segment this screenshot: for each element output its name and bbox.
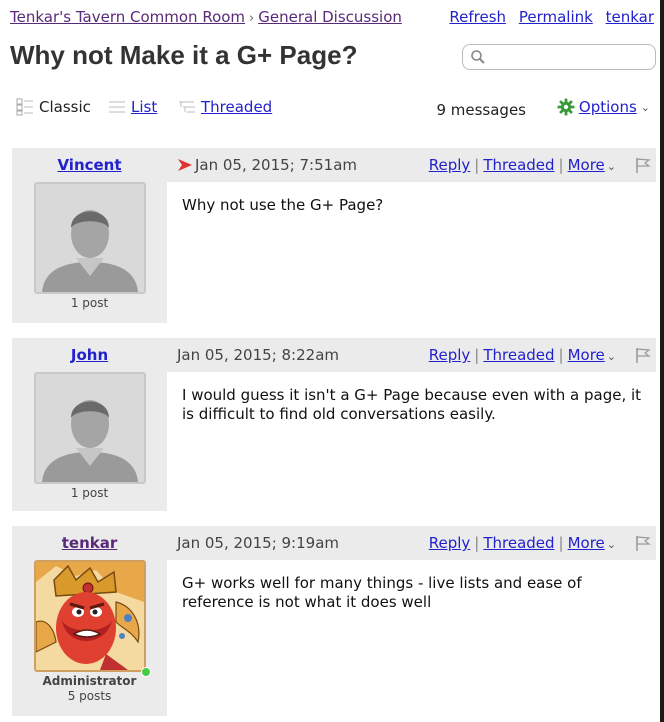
- avatar[interactable]: [34, 560, 146, 672]
- chevron-down-icon: ⌄: [640, 100, 650, 114]
- post-date: Jan 05, 2015; 8:22am: [177, 346, 339, 364]
- separator: |: [558, 346, 564, 364]
- threaded-view-icon: [179, 101, 195, 113]
- chevron-down-icon: ⌄: [606, 350, 616, 363]
- separator: |: [558, 156, 564, 174]
- post-body: Why not use the G+ Page?: [182, 196, 384, 214]
- top-bar: Tenkar's Tavern Common Room › General Disc…: [10, 8, 654, 30]
- view-classic-label: Classic: [39, 98, 91, 116]
- refresh-link[interactable]: Refresh: [449, 8, 506, 26]
- more-link[interactable]: More: [568, 534, 605, 552]
- separator: |: [474, 534, 480, 552]
- view-list[interactable]: List: [108, 98, 157, 116]
- post-1: Vincent 1 post Jan 05, 2015; 7:51am Repl…: [12, 148, 656, 323]
- view-classic[interactable]: Classic: [16, 98, 91, 116]
- top-links: Refresh Permalink tenkar: [441, 8, 654, 26]
- post-date-text: Jan 05, 2015; 8:22am: [177, 346, 339, 364]
- window-edge: [660, 0, 664, 722]
- post-count: 1 post: [70, 296, 109, 310]
- post-date-text: Jan 05, 2015; 7:51am: [195, 156, 357, 174]
- post-3: tenkar Administrator 5 posts Jan 05, 201…: [12, 526, 656, 716]
- author-name: tenkar: [12, 534, 167, 552]
- dwarf-avatar-icon: [36, 562, 144, 670]
- threaded-link[interactable]: Threaded: [483, 156, 554, 174]
- default-avatar-icon: [36, 374, 144, 482]
- post-body: I would guess it isn't a G+ Page because…: [182, 386, 642, 423]
- author-panel: John 1 post: [12, 338, 167, 511]
- new-post-arrow-icon: [178, 159, 192, 171]
- default-avatar-icon: [36, 184, 144, 292]
- chevron-down-icon: ⌄: [606, 538, 616, 551]
- author-link[interactable]: Vincent: [57, 156, 121, 174]
- more-link[interactable]: More: [568, 156, 605, 174]
- post-count: 1 post: [70, 486, 109, 500]
- author-link[interactable]: tenkar: [62, 534, 118, 552]
- post-header: Jan 05, 2015; 7:51am Reply | Threaded | More…: [167, 148, 656, 182]
- post-date: Jan 05, 2015; 9:19am: [177, 534, 339, 552]
- flag-icon[interactable]: [634, 156, 652, 174]
- chevron-down-icon: ⌄: [606, 160, 616, 173]
- breadcrumb-separator: ›: [249, 11, 255, 26]
- options-link[interactable]: Options: [579, 98, 637, 116]
- author-name: Vincent: [12, 156, 167, 174]
- reply-link[interactable]: Reply: [429, 534, 471, 552]
- permalink-link[interactable]: Permalink: [519, 8, 593, 26]
- post-date-text: Jan 05, 2015; 9:19am: [177, 534, 339, 552]
- user-role: Administrator: [42, 674, 137, 688]
- post-actions: Reply | Threaded | More ⌄: [429, 156, 616, 174]
- flag-icon[interactable]: [634, 534, 652, 552]
- separator: |: [474, 346, 480, 364]
- view-threaded-link[interactable]: Threaded: [201, 98, 272, 116]
- more-link[interactable]: More: [568, 346, 605, 364]
- breadcrumb: Tenkar's Tavern Common Room › General Disc…: [10, 8, 402, 26]
- author-panel: tenkar Administrator 5 posts: [12, 526, 167, 716]
- view-threaded[interactable]: Threaded: [178, 98, 272, 116]
- avatar[interactable]: [34, 182, 146, 294]
- post-header: Jan 05, 2015; 8:22am Reply | Threaded | More…: [167, 338, 656, 372]
- post-actions: Reply | Threaded | More ⌄: [429, 346, 616, 364]
- author-link[interactable]: John: [71, 346, 108, 364]
- flag-icon[interactable]: [634, 346, 652, 364]
- avatar[interactable]: [34, 372, 146, 484]
- search-box[interactable]: [462, 44, 656, 70]
- search-icon: [471, 50, 485, 64]
- post-header: Jan 05, 2015; 9:19am Reply | Threaded | More…: [167, 526, 656, 560]
- separator: |: [558, 534, 564, 552]
- threaded-link[interactable]: Threaded: [483, 346, 554, 364]
- classic-view-icon: [16, 98, 33, 116]
- post-body: G+ works well for many things - live lis…: [182, 574, 582, 611]
- threaded-link[interactable]: Threaded: [483, 534, 554, 552]
- post-date: Jan 05, 2015; 7:51am: [177, 156, 357, 174]
- reply-link[interactable]: Reply: [429, 346, 471, 364]
- post-2: John 1 post Jan 05, 2015; 8:22am Reply | T…: [12, 338, 656, 511]
- user-link[interactable]: tenkar: [606, 8, 654, 26]
- options-menu[interactable]: Options ⌄: [557, 98, 650, 116]
- post-count: 5 posts: [67, 689, 112, 703]
- page-title: Why not Make it a G+ Page?: [10, 40, 358, 70]
- view-bar: Classic List Threaded 9 messages Options…: [16, 98, 650, 122]
- author-panel: Vincent 1 post: [12, 148, 167, 323]
- reply-link[interactable]: Reply: [429, 156, 471, 174]
- gear-icon: [557, 98, 575, 116]
- breadcrumb-forum-link[interactable]: Tenkar's Tavern Common Room: [10, 8, 245, 26]
- breadcrumb-section-link[interactable]: General Discussion: [258, 8, 402, 26]
- list-view-icon: [109, 101, 125, 113]
- author-name: John: [12, 346, 167, 364]
- separator: |: [474, 156, 480, 174]
- post-actions: Reply | Threaded | More ⌄: [429, 534, 616, 552]
- message-count: 9 messages: [436, 101, 526, 119]
- search-input[interactable]: [489, 47, 653, 69]
- view-list-link[interactable]: List: [131, 98, 157, 116]
